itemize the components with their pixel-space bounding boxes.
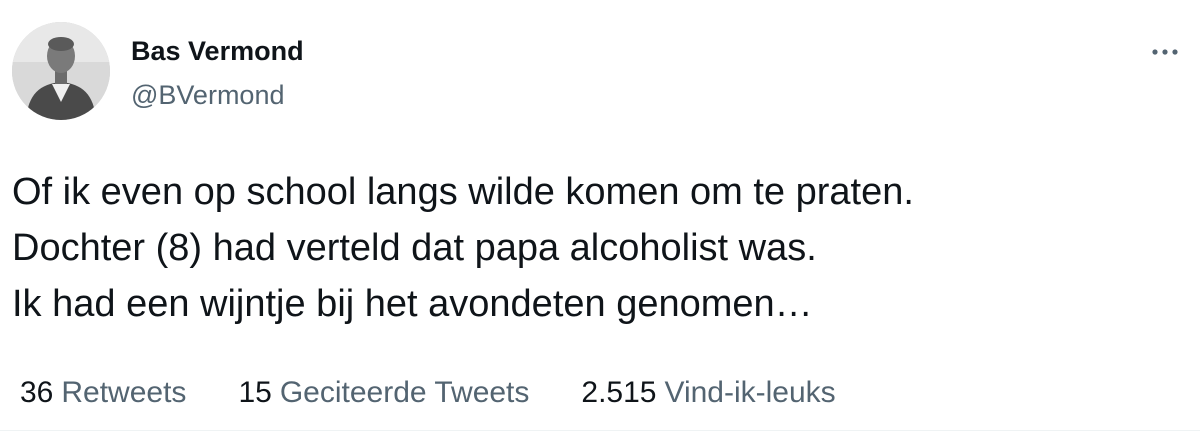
tweet-text-line: Ik had een wijntje bij het avondeten gen… [12, 283, 813, 325]
retweets-stat[interactable]: 36 Retweets [20, 376, 186, 410]
likes-count: 2.515 [581, 376, 657, 409]
tweet-text-line: Dochter (8) had verteld dat papa alcohol… [12, 227, 817, 269]
retweets-count: 36 [20, 376, 54, 409]
likes-stat[interactable]: 2.515 Vind-ik-leuks [581, 376, 835, 410]
more-options-button[interactable] [1150, 42, 1180, 62]
tweet-text-line: Of ik even op school langs wilde komen o… [12, 171, 914, 213]
author-handle[interactable]: @BVermond [131, 80, 284, 111]
quote-tweets-count: 15 [238, 376, 272, 409]
quote-tweets-stat[interactable]: 15 Geciteerde Tweets [238, 376, 529, 410]
quote-tweets-label: Geciteerde Tweets [279, 376, 530, 409]
more-horizontal-icon [1152, 49, 1178, 55]
profile-photo [12, 22, 110, 120]
likes-label: Vind-ik-leuks [664, 376, 836, 409]
tweet-text: Of ik even op school langs wilde komen o… [12, 164, 1182, 332]
avatar[interactable] [12, 22, 110, 120]
author-name[interactable]: Bas Vermond [131, 36, 304, 67]
tweet-card: Bas Vermond @BVermond Of ik even op scho… [0, 0, 1200, 431]
tweet-stats: 36 Retweets 15 Geciteerde Tweets 2.515 V… [20, 376, 836, 410]
retweets-label: Retweets [61, 376, 187, 409]
